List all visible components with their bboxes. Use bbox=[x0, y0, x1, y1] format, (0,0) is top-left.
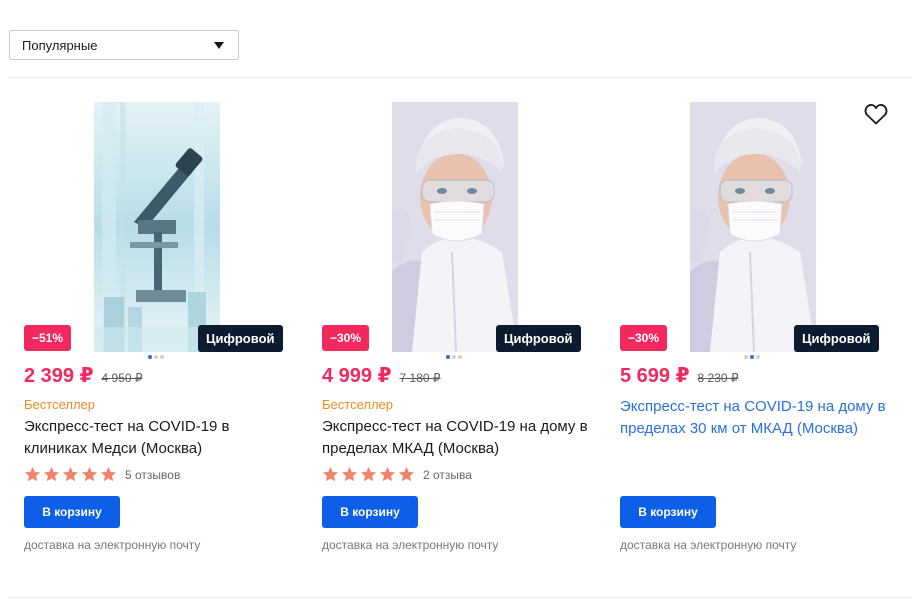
digital-badge: Цифровой bbox=[496, 325, 581, 352]
product-card: −30% Цифровой 5 699 ₽ 8 230 ₽ Экспресс-т… bbox=[620, 95, 890, 575]
discount-badge: −51% bbox=[24, 325, 72, 351]
star-icon bbox=[398, 466, 415, 482]
product-title[interactable]: Экспресс-тест на COVID-19 в клиниках Мед… bbox=[24, 416, 294, 460]
discount-badge: −30% bbox=[620, 325, 668, 351]
divider bbox=[9, 597, 912, 598]
image-carousel-dots[interactable] bbox=[148, 355, 164, 359]
star-icon bbox=[24, 466, 41, 482]
star-icon bbox=[100, 466, 117, 482]
caret-down-icon bbox=[214, 41, 224, 49]
price: 2 399 ₽ bbox=[24, 365, 94, 387]
delivery-info: доставка на электронную почту bbox=[620, 538, 797, 552]
star-icon bbox=[322, 466, 339, 482]
delivery-info: доставка на электронную почту bbox=[322, 538, 499, 552]
star-icon bbox=[81, 466, 98, 482]
price: 4 999 ₽ bbox=[322, 365, 392, 387]
add-to-cart-button[interactable]: В корзину bbox=[24, 496, 120, 528]
add-to-cart-button[interactable]: В корзину bbox=[620, 496, 716, 528]
add-to-cart-button[interactable]: В корзину bbox=[322, 496, 418, 528]
sort-dropdown[interactable]: Популярные bbox=[9, 30, 239, 60]
star-icon bbox=[62, 466, 79, 482]
old-price: 8 230 ₽ bbox=[697, 371, 739, 385]
product-card: −51% Цифровой 2 399 ₽ 4 950 ₽ Бестселлер… bbox=[24, 95, 294, 575]
price: 5 699 ₽ bbox=[620, 365, 690, 387]
discount-badge: −30% bbox=[322, 325, 370, 351]
image-carousel-dots[interactable] bbox=[446, 355, 462, 359]
star-icon bbox=[43, 466, 60, 482]
reviews-count[interactable]: 2 отзыва bbox=[423, 468, 472, 482]
sort-selected-label: Популярные bbox=[22, 37, 98, 53]
digital-badge: Цифровой bbox=[794, 325, 879, 352]
star-icon bbox=[341, 466, 358, 482]
heart-outline-icon[interactable] bbox=[864, 103, 888, 125]
product-image-medical-worker[interactable] bbox=[690, 102, 816, 352]
bestseller-label: Бестселлер bbox=[24, 397, 95, 412]
star-icon bbox=[360, 466, 377, 482]
star-icon bbox=[379, 466, 396, 482]
price-row: 4 999 ₽ 7 180 ₽ bbox=[322, 363, 441, 388]
product-card: −30% Цифровой 4 999 ₽ 7 180 ₽ Бестселлер… bbox=[322, 95, 592, 575]
image-carousel-dots[interactable] bbox=[744, 355, 760, 359]
old-price: 7 180 ₽ bbox=[399, 371, 441, 385]
rating: 5 отзывов bbox=[24, 466, 180, 483]
price-row: 5 699 ₽ 8 230 ₽ bbox=[620, 363, 739, 388]
delivery-info: доставка на электронную почту bbox=[24, 538, 201, 552]
product-title-link[interactable]: Экспресс-тест на COVID-19 на дому в пред… bbox=[620, 396, 890, 440]
bestseller-label: Бестселлер bbox=[322, 397, 393, 412]
rating: 2 отзыва bbox=[322, 466, 472, 483]
product-title[interactable]: Экспресс-тест на COVID-19 на дому в пред… bbox=[322, 416, 592, 460]
product-image-microscope[interactable] bbox=[94, 102, 220, 352]
reviews-count[interactable]: 5 отзывов bbox=[125, 468, 180, 482]
digital-badge: Цифровой bbox=[198, 325, 283, 352]
product-image-medical-worker[interactable] bbox=[392, 102, 518, 352]
divider bbox=[9, 77, 912, 78]
price-row: 2 399 ₽ 4 950 ₽ bbox=[24, 363, 143, 388]
old-price: 4 950 ₽ bbox=[101, 371, 143, 385]
